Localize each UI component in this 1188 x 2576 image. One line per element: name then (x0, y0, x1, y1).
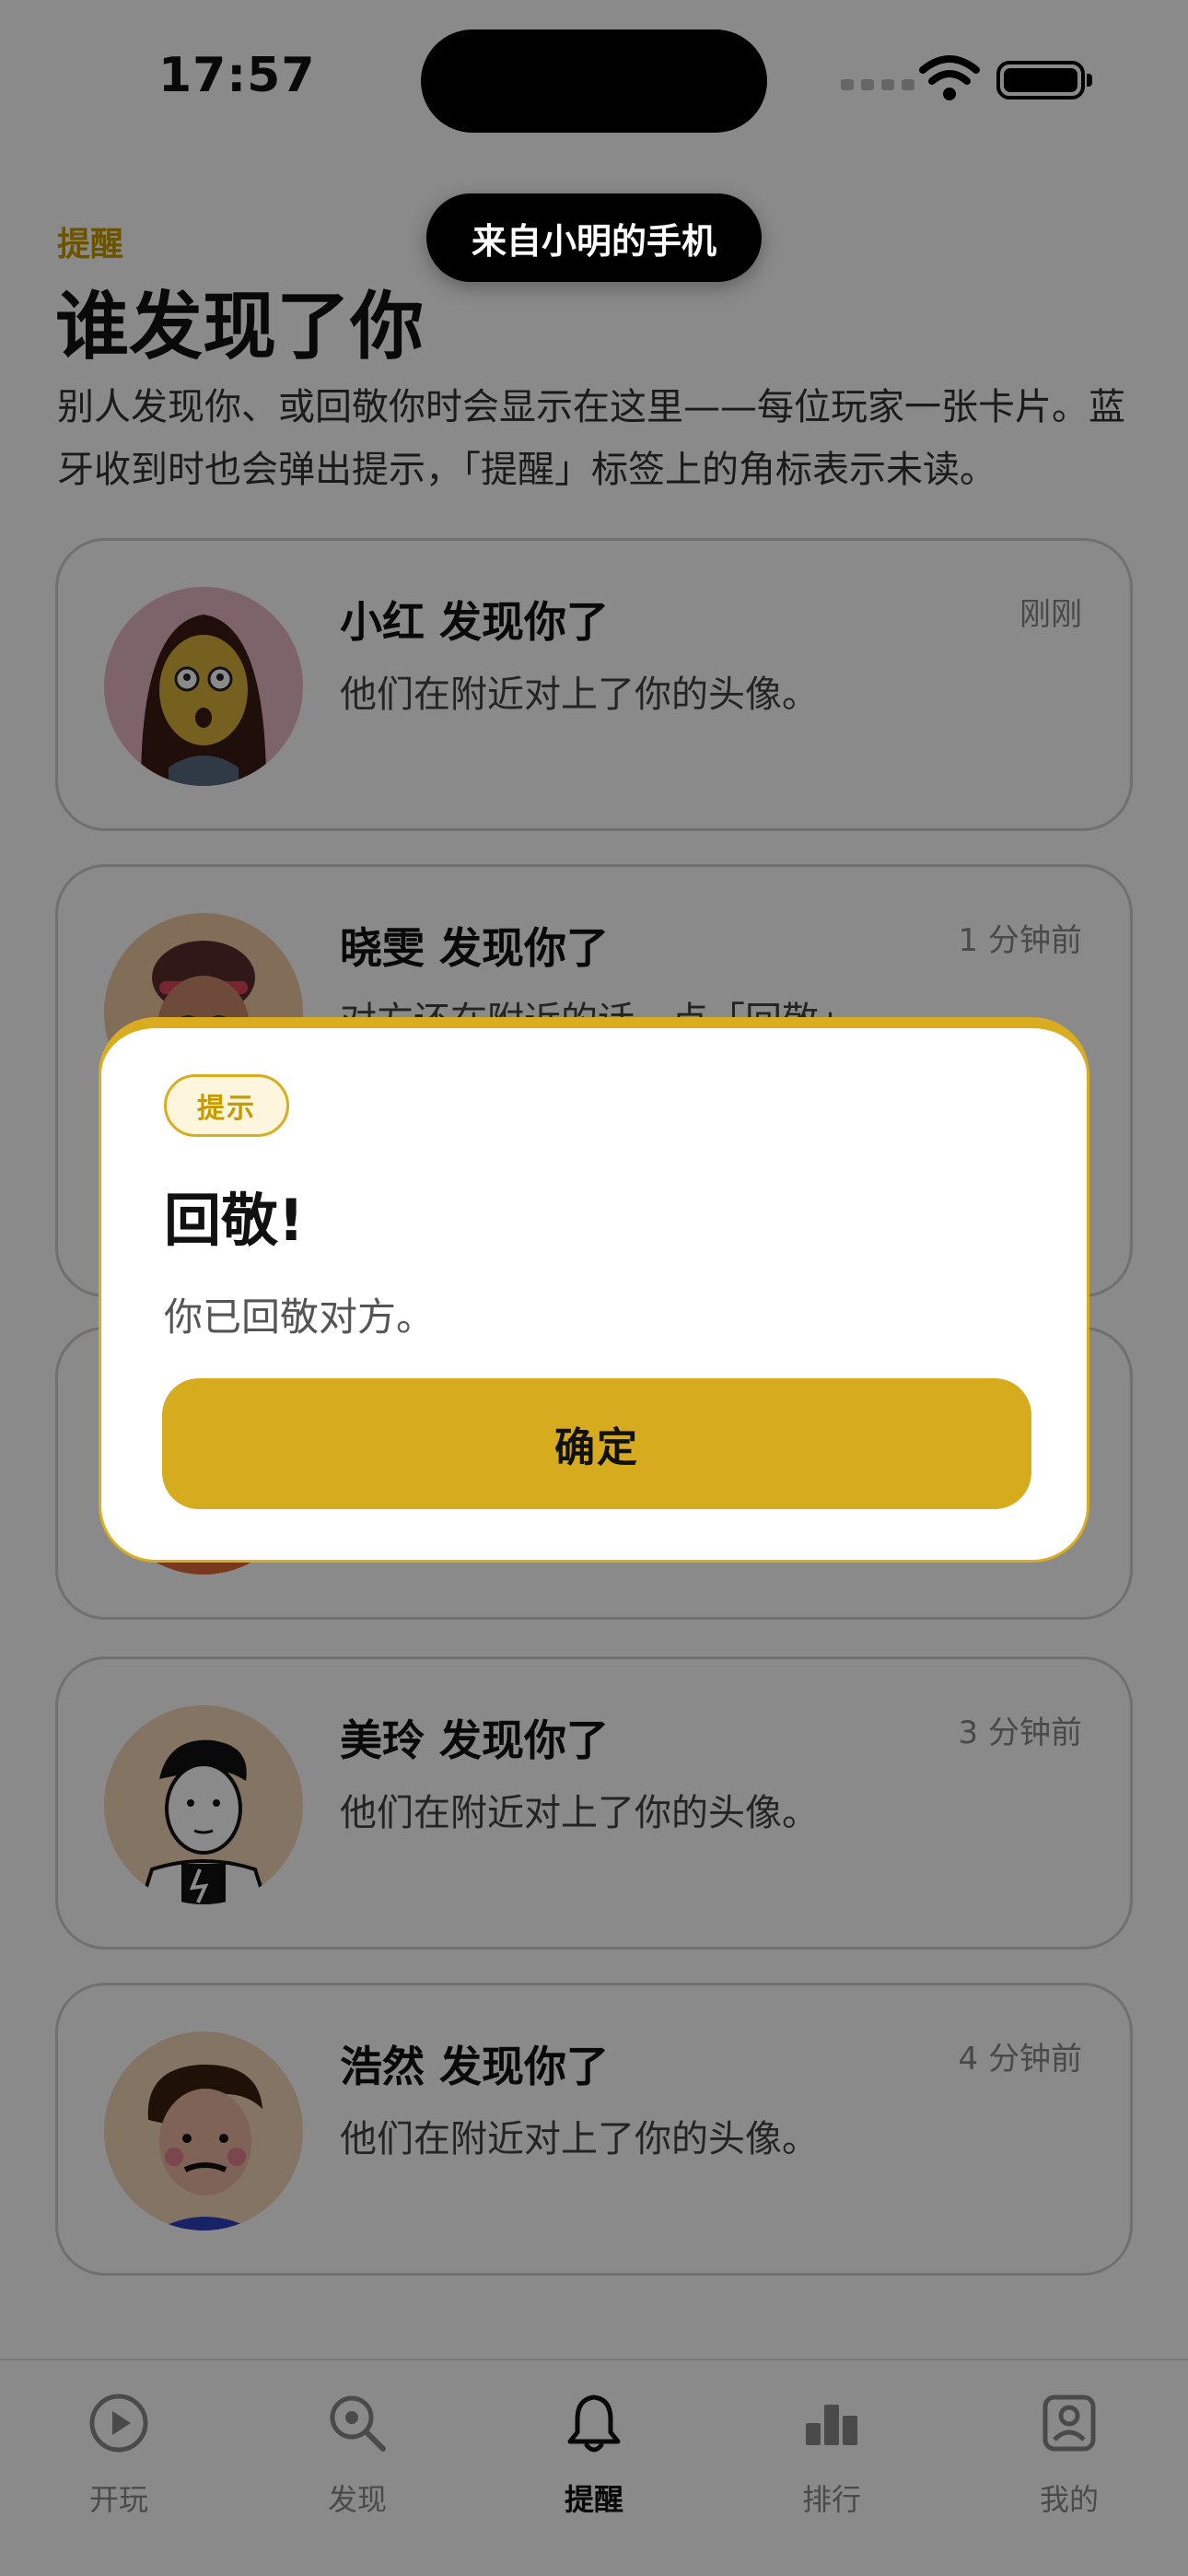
dialog-title: 回敬! (164, 1187, 305, 1254)
toast-message: 来自小明的手机 (426, 193, 762, 282)
dialog-message: 你已回敬对方。 (164, 1294, 436, 1340)
alert-dialog: 提示 回敬! 你已回敬对方。 确定 (99, 1017, 1089, 1563)
dialog-badge: 提示 (164, 1074, 289, 1137)
confirm-button[interactable]: 确定 (162, 1378, 1031, 1509)
